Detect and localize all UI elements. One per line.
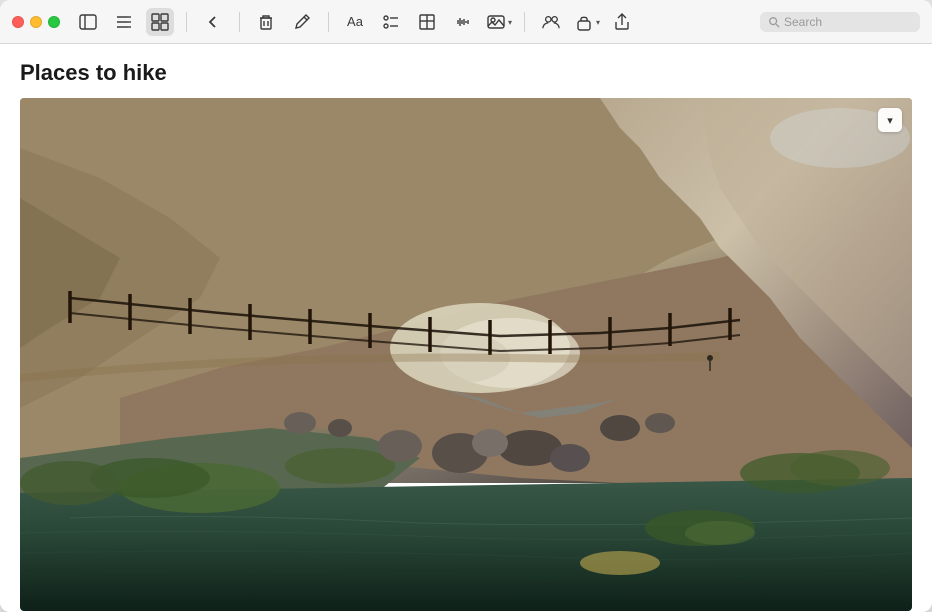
list-view-button[interactable] <box>110 8 138 36</box>
lock-button-group[interactable]: ▾ <box>573 8 600 36</box>
grid-view-button[interactable] <box>146 8 174 36</box>
divider-2 <box>239 12 240 32</box>
traffic-lights <box>12 16 60 28</box>
checklist-button[interactable] <box>377 8 405 36</box>
note-image: ▾ <box>20 98 912 611</box>
divider-1 <box>186 12 187 32</box>
format-button[interactable]: Aa <box>341 8 369 36</box>
lock-button[interactable] <box>573 8 595 36</box>
search-input[interactable] <box>784 15 904 29</box>
audio-button[interactable] <box>449 8 477 36</box>
delete-button[interactable] <box>252 8 280 36</box>
titlebar: Aa <box>0 0 932 44</box>
note-title: Places to hike <box>20 60 912 86</box>
collaborate-button[interactable] <box>537 8 565 36</box>
table-button[interactable] <box>413 8 441 36</box>
edit-button[interactable] <box>288 8 316 36</box>
divider-3 <box>328 12 329 32</box>
note-content: Places to hike <box>0 44 932 612</box>
sidebar-toggle-button[interactable] <box>74 8 102 36</box>
minimize-button[interactable] <box>30 16 42 28</box>
format-icon: Aa <box>347 14 363 29</box>
search-box[interactable] <box>760 12 920 32</box>
dropdown-arrow-icon: ▾ <box>887 114 893 127</box>
back-button[interactable] <box>199 8 227 36</box>
close-button[interactable] <box>12 16 24 28</box>
media-button[interactable] <box>485 8 507 36</box>
media-dropdown-arrow[interactable]: ▾ <box>508 18 512 27</box>
lock-dropdown-arrow[interactable]: ▾ <box>596 18 600 27</box>
main-window: Aa <box>0 0 932 612</box>
landscape-scene: ▾ <box>20 98 912 611</box>
media-button-group[interactable]: ▾ <box>485 8 512 36</box>
search-icon <box>768 16 780 28</box>
divider-4 <box>524 12 525 32</box>
terrain-svg <box>20 98 912 611</box>
image-dropdown-button[interactable]: ▾ <box>878 108 902 132</box>
maximize-button[interactable] <box>48 16 60 28</box>
share-button[interactable] <box>608 8 636 36</box>
